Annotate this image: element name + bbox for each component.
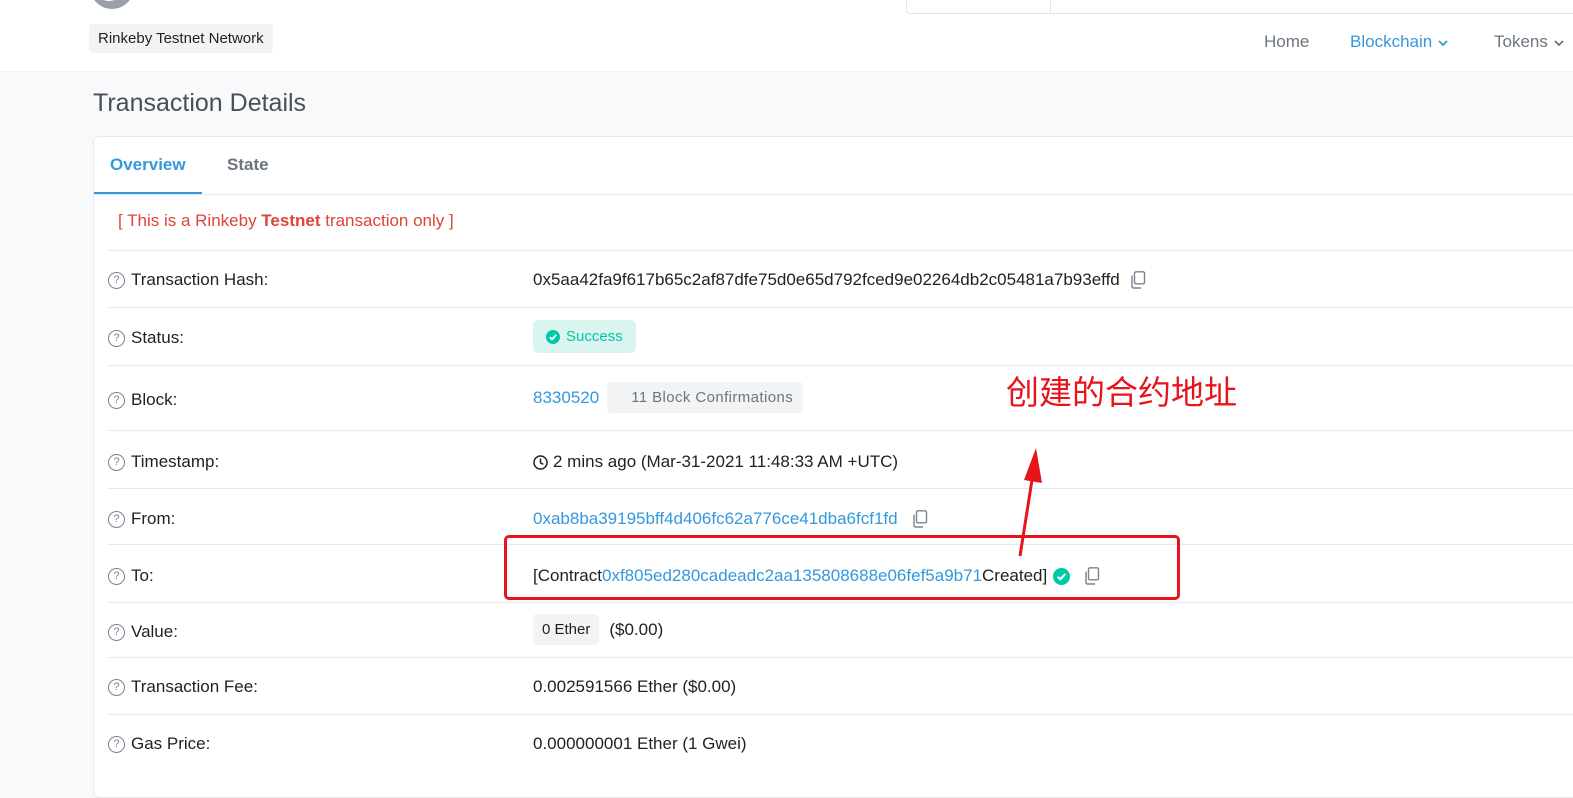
row-block: ? Block: 8330520 11 Block Confirmations: [108, 365, 1573, 431]
tab-overview[interactable]: Overview: [94, 137, 202, 194]
label-to: To:: [131, 566, 154, 585]
block-number-link[interactable]: 8330520: [533, 388, 599, 408]
help-icon[interactable]: ?: [108, 678, 125, 696]
search-bar[interactable]: [906, 0, 1573, 14]
status-badge: Success: [533, 320, 636, 353]
ether-value-badge: 0 Ether: [533, 614, 600, 645]
help-icon[interactable]: ?: [108, 510, 125, 528]
label-block: Block:: [131, 390, 178, 409]
row-status: ? Status: Success: [108, 307, 1573, 366]
help-icon[interactable]: ?: [108, 329, 125, 347]
from-address-link[interactable]: 0xab8ba39195bff4d406fc62a776ce41dba6fcf1…: [533, 509, 898, 529]
label-from: From:: [131, 509, 176, 528]
help-icon[interactable]: ?: [108, 453, 125, 471]
annotation-label: 创建的合约地址: [1006, 373, 1237, 412]
top-header: Rinkeby Testnet Network Home Blockchain …: [0, 0, 1573, 72]
gas-price-value: 0.000000001 Ether (1 Gwei): [533, 734, 747, 753]
notice-bold: Testnet: [261, 211, 321, 230]
timestamp-value: 2 mins ago (Mar-31-2021 11:48:33 AM +UTC…: [553, 452, 899, 471]
status-text: Success: [566, 328, 623, 345]
help-icon[interactable]: ?: [108, 567, 125, 585]
label-value: Value:: [131, 622, 178, 641]
nav-blockchain[interactable]: Blockchain: [1350, 31, 1448, 53]
notice-prefix: [ This is a Rinkeby: [118, 211, 262, 230]
row-transaction-fee: ? Transaction Fee: 0.002591566 Ether ($0.…: [108, 657, 1573, 715]
transaction-card: Overview State [ This is a Rinkeby Testn…: [93, 136, 1573, 798]
notice-suffix: transaction only ]: [320, 211, 454, 230]
page-title: Transaction Details: [93, 89, 307, 117]
value-usd: ($0.00): [609, 619, 664, 639]
label-status: Status:: [131, 328, 184, 347]
chevron-down-icon: [1554, 39, 1564, 46]
tab-bar: Overview State: [94, 137, 1573, 195]
row-gas-price: ? Gas Price: 0.000000001 Ether (1 Gwei): [108, 714, 1573, 772]
label-transaction-hash: Transaction Hash:: [131, 270, 269, 289]
help-icon[interactable]: ?: [108, 391, 125, 409]
label-timestamp: Timestamp:: [131, 452, 220, 471]
chevron-down-icon: [1438, 39, 1448, 46]
tab-state[interactable]: State: [211, 137, 285, 193]
nav-home[interactable]: Home: [1264, 31, 1309, 53]
help-icon[interactable]: ?: [108, 271, 125, 289]
etherscan-logo-icon[interactable]: [89, 0, 135, 12]
row-timestamp: ? Timestamp: 2 mins ago (Mar-31-2021 11:4…: [108, 430, 1573, 489]
help-icon[interactable]: ?: [108, 623, 125, 641]
label-gas-price: Gas Price:: [131, 734, 211, 753]
check-circle-icon: [546, 329, 560, 344]
annotation-arrow-icon: [1018, 448, 1042, 557]
network-badge: Rinkeby Testnet Network: [89, 24, 273, 53]
testnet-notice: [ This is a Rinkeby Testnet transaction …: [118, 211, 454, 231]
label-transaction-fee: Transaction Fee:: [131, 677, 258, 696]
clock-icon: [533, 454, 548, 470]
help-icon[interactable]: ?: [108, 735, 125, 753]
row-value: ? Value: 0 Ether ($0.00): [108, 602, 1573, 658]
transaction-hash-value: 0x5aa42fa9f617b65c2af87dfe75d0e65d792fce…: [533, 270, 1120, 289]
transaction-fee-value: 0.002591566 Ether ($0.00): [533, 677, 737, 696]
row-transaction-hash: ? Transaction Hash: 0x5aa42fa9f617b65c2af…: [108, 250, 1573, 308]
nav-tokens-label: Tokens: [1494, 32, 1548, 51]
block-confirmations-badge: 11 Block Confirmations: [607, 382, 804, 413]
copy-icon[interactable]: [912, 510, 928, 528]
nav-blockchain-label: Blockchain: [1350, 32, 1433, 51]
nav-tokens[interactable]: Tokens: [1494, 31, 1564, 53]
copy-icon[interactable]: [1130, 271, 1146, 289]
nav-home-label: Home: [1264, 32, 1310, 51]
annotation-highlight-box: [504, 535, 1180, 600]
